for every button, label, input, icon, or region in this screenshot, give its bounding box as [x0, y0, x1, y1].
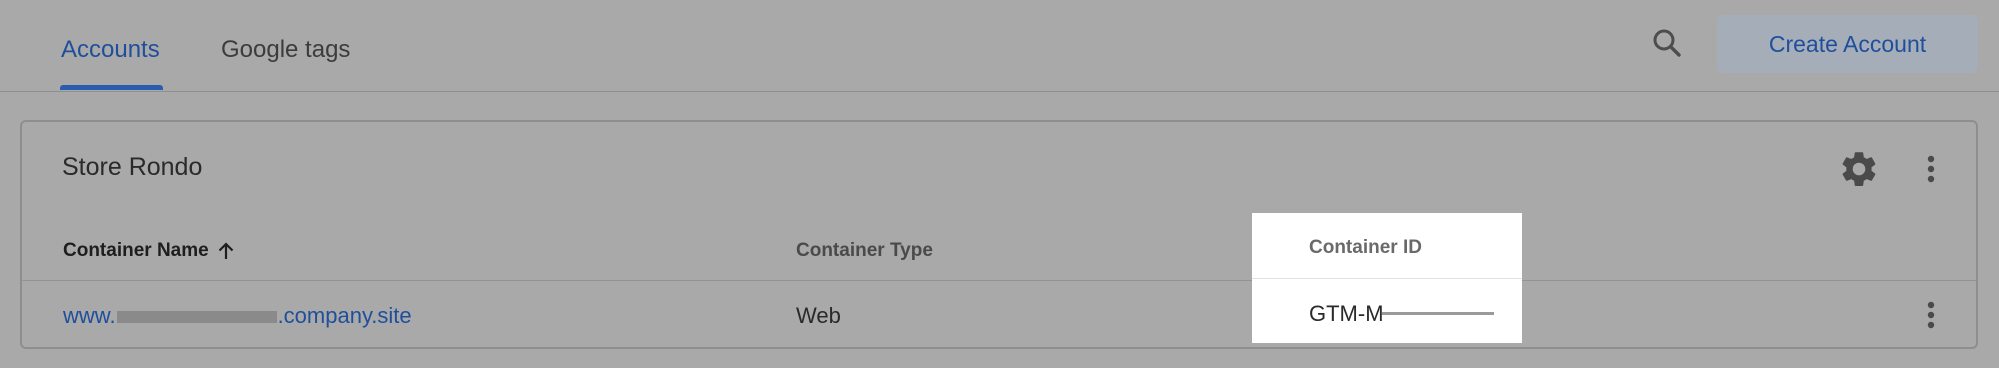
tab-accounts[interactable]: Accounts	[61, 36, 160, 64]
search-button[interactable]	[1648, 24, 1688, 64]
container-id-value: GTM-M	[1309, 301, 1494, 327]
redacted-text	[116, 311, 277, 324]
top-navigation-bar: Accounts Google tags Create Account	[0, 0, 1999, 92]
container-type-value: Web	[796, 303, 841, 328]
arrow-up-icon	[218, 242, 233, 259]
container-name-link[interactable]: www. .company.site	[63, 303, 412, 329]
account-more-options-button[interactable]	[1921, 149, 1941, 189]
more-vert-icon	[1927, 301, 1935, 329]
container-name-prefix: www.	[63, 303, 116, 328]
row-divider	[22, 280, 1976, 281]
account-name: Store Rondo	[62, 153, 203, 181]
container-name-suffix: .company.site	[277, 303, 412, 328]
active-tab-indicator	[60, 85, 163, 90]
container-id-text: GTM-M	[1309, 301, 1384, 326]
gear-icon	[1842, 152, 1876, 186]
row-more-options-button[interactable]	[1921, 295, 1941, 335]
column-header-label: Container Name	[63, 240, 209, 261]
account-settings-button[interactable]	[1838, 148, 1880, 190]
column-header-container-id: Container ID	[1309, 237, 1422, 258]
column-header-container-name[interactable]: Container Name	[63, 240, 235, 262]
create-account-button[interactable]: Create Account	[1717, 15, 1978, 73]
more-vert-icon	[1927, 155, 1935, 183]
redacted-text	[1381, 311, 1494, 315]
account-card: Store Rondo Container Name Container Typ…	[20, 120, 1978, 349]
row-divider	[1252, 278, 1522, 279]
tab-google-tags[interactable]: Google tags	[221, 36, 350, 64]
container-id-highlight: Container ID GTM-M	[1252, 213, 1522, 343]
column-header-container-type: Container Type	[796, 240, 933, 261]
search-icon	[1653, 29, 1681, 57]
